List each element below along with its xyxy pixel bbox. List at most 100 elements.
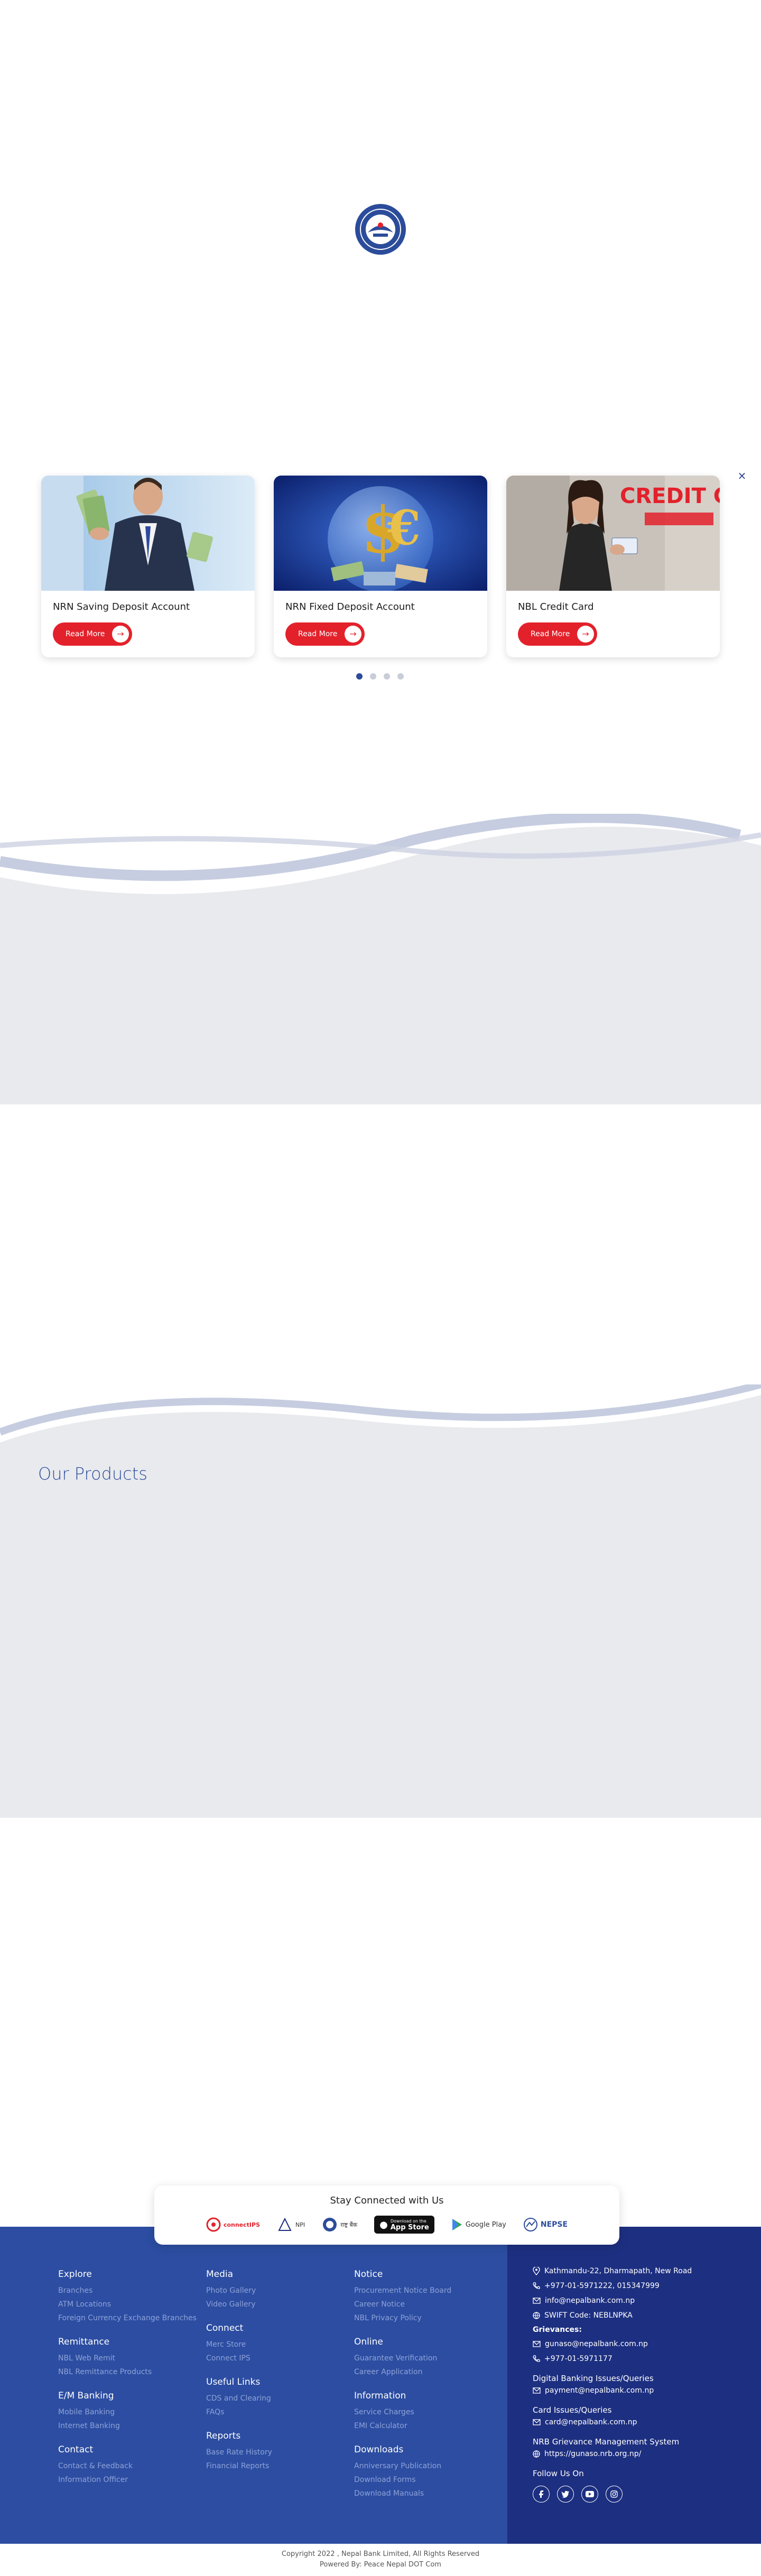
wave-section: [0, 812, 761, 1104]
footer-link-group: Useful Links CDS and Clearing FAQs: [206, 2377, 272, 2419]
footer-link[interactable]: FAQs: [206, 2405, 272, 2419]
product-card[interactable]: CREDIT CARD NBL Credit Card Read More →: [506, 476, 720, 657]
product-card[interactable]: NRN Saving Deposit Account Read More →: [41, 476, 255, 657]
copyright-text: Copyright 2022 , Nepal Bank Limited, All…: [281, 2550, 480, 2558]
product-slider: NRN Saving Deposit Account Read More → $: [41, 476, 720, 657]
digital-email-row[interactable]: payment@nepalbank.com.np: [533, 2383, 744, 2398]
footer-link[interactable]: Anniversary Publication: [354, 2459, 451, 2473]
app-store-badge[interactable]: ● Download on the App Store: [374, 2216, 434, 2234]
footer-link[interactable]: Internet Banking: [58, 2419, 197, 2433]
phone-text: +977-01-5971222, 015347999: [544, 2282, 660, 2290]
read-more-button[interactable]: Read More →: [518, 622, 597, 646]
slider-dots: [356, 673, 404, 680]
footer-link[interactable]: Download Manuals: [354, 2487, 451, 2500]
arrow-right-icon: →: [345, 626, 361, 643]
footer-link-group: Explore Branches ATM Locations Foreign Curr…: [58, 2269, 197, 2325]
footer-group-heading: Explore: [58, 2269, 92, 2280]
nepse-label: NEPSE: [540, 2220, 568, 2229]
footer-link[interactable]: Guarantee Verification: [354, 2351, 451, 2365]
twitter-icon[interactable]: [557, 2486, 574, 2503]
footer-link[interactable]: Merc Store: [206, 2338, 272, 2351]
footer-link-group: Connect Merc Store Connect IPS: [206, 2323, 272, 2365]
nepal-rastra-bank-logo[interactable]: राष्ट्र बैंक: [322, 2213, 357, 2236]
grievance-email-row[interactable]: gunaso@nepalbank.com.np: [533, 2337, 744, 2351]
mail-icon: [533, 2298, 541, 2304]
grievances-label: Grievances:: [533, 2326, 582, 2334]
footer-link[interactable]: NBL Privacy Policy: [354, 2311, 451, 2325]
nrb-url-text: https://gunaso.nrb.org.np/: [544, 2450, 642, 2458]
email-text: info@nepalbank.com.np: [545, 2296, 635, 2305]
footer: Explore Branches ATM Locations Foreign Curr…: [0, 2227, 761, 2544]
product-card[interactable]: $ € NRN Fixed Deposit Account Read More …: [274, 476, 487, 657]
footer-group-heading: Contact: [58, 2444, 94, 2455]
footer-link[interactable]: NBL Remittance Products: [58, 2365, 197, 2379]
footer-link[interactable]: ATM Locations: [58, 2298, 197, 2311]
nrb-url-row[interactable]: https://gunaso.nrb.org.np/: [533, 2447, 744, 2461]
instagram-icon[interactable]: [606, 2486, 623, 2503]
footer-link[interactable]: Service Charges: [354, 2405, 451, 2419]
follow-us-label: Follow Us On: [533, 2469, 584, 2478]
footer-group-heading: Online: [354, 2337, 383, 2347]
footer-link[interactable]: Career Notice: [354, 2298, 451, 2311]
close-icon[interactable]: ×: [737, 470, 747, 481]
footer-link[interactable]: Photo Gallery: [206, 2284, 272, 2298]
read-more-button[interactable]: Read More →: [53, 622, 132, 646]
facebook-icon[interactable]: [533, 2486, 550, 2503]
stay-connected-box: Stay Connected with Us connectIPS NPI रा…: [154, 2186, 619, 2245]
grievance-phone-row[interactable]: +977-01-5971177: [533, 2351, 744, 2366]
card-email-row[interactable]: card@nepalbank.com.np: [533, 2415, 744, 2430]
footer-group-heading: Reports: [206, 2431, 241, 2441]
footer-link[interactable]: NBL Web Remit: [58, 2351, 197, 2365]
credit-card-banner: CREDIT CARD: [620, 484, 720, 508]
footer-group-heading: Remittance: [58, 2337, 110, 2347]
swift-row: SWIFT Code: NEBLNPKA: [533, 2308, 744, 2323]
businessman-with-cash-image: [41, 476, 255, 591]
digital-email-text: payment@nepalbank.com.np: [545, 2386, 654, 2395]
npi-logo[interactable]: NPI: [277, 2213, 305, 2236]
phone-row[interactable]: +977-01-5971222, 015347999: [533, 2279, 744, 2293]
read-more-label: Read More: [531, 630, 570, 638]
digital-banking-label: Digital Banking Issues/Queries: [533, 2374, 654, 2383]
footer-link[interactable]: Download Forms: [354, 2473, 451, 2487]
card-title: NRN Saving Deposit Account: [53, 601, 190, 612]
slider-dot[interactable]: [370, 673, 376, 680]
footer-column-1: Explore Branches ATM Locations Foreign Curr…: [58, 2269, 197, 2498]
npi-label: NPI: [295, 2221, 305, 2228]
products-heading: Our Products: [38, 1464, 147, 1484]
nepse-logo[interactable]: NEPSE: [523, 2213, 568, 2236]
footer-link[interactable]: Video Gallery: [206, 2298, 272, 2311]
footer-link[interactable]: Career Application: [354, 2365, 451, 2379]
youtube-icon[interactable]: [581, 2486, 598, 2503]
slider-dot[interactable]: [356, 673, 363, 680]
footer-link-group: Media Photo Gallery Video Gallery: [206, 2269, 272, 2311]
footer-group-heading: Useful Links: [206, 2377, 261, 2387]
connectips-logo[interactable]: connectIPS: [206, 2213, 260, 2236]
footer-link[interactable]: Information Officer: [58, 2473, 197, 2487]
slider-dot[interactable]: [384, 673, 390, 680]
app-store-label: App Store: [390, 2224, 429, 2231]
wave-section: [0, 1381, 761, 1818]
read-more-button[interactable]: Read More →: [285, 622, 365, 646]
footer-link[interactable]: Mobile Banking: [58, 2405, 197, 2419]
footer-link[interactable]: Branches: [58, 2284, 197, 2298]
footer-link[interactable]: Contact & Feedback: [58, 2459, 197, 2473]
apple-icon: ●: [379, 2219, 388, 2230]
location-pin-icon: [533, 2267, 540, 2275]
footer-link[interactable]: Foreign Currency Exchange Branches: [58, 2311, 197, 2325]
footer-link[interactable]: EMI Calculator: [354, 2419, 451, 2433]
footer-link[interactable]: CDS and Clearing: [206, 2392, 272, 2405]
arrow-right-icon: →: [112, 626, 129, 643]
footer-link[interactable]: Procurement Notice Board: [354, 2284, 451, 2298]
slider-dot[interactable]: [397, 673, 404, 680]
footer-link[interactable]: Connect IPS: [206, 2351, 272, 2365]
footer-link-group: Remittance NBL Web Remit NBL Remittance Pr…: [58, 2337, 197, 2379]
footer-column-2: Media Photo Gallery Video Gallery Connect Me…: [206, 2269, 272, 2485]
grievance-phone-text: +977-01-5971177: [544, 2355, 612, 2363]
credit-card-woman-image: CREDIT CARD: [506, 476, 720, 591]
footer-link[interactable]: Base Rate History: [206, 2445, 272, 2459]
google-play-badge[interactable]: Google Play: [451, 2213, 506, 2236]
footer-link[interactable]: Financial Reports: [206, 2459, 272, 2473]
connectips-label: connectIPS: [223, 2221, 260, 2228]
email-row[interactable]: info@nepalbank.com.np: [533, 2293, 744, 2308]
footer-group-heading: E/M Banking: [58, 2391, 114, 2401]
